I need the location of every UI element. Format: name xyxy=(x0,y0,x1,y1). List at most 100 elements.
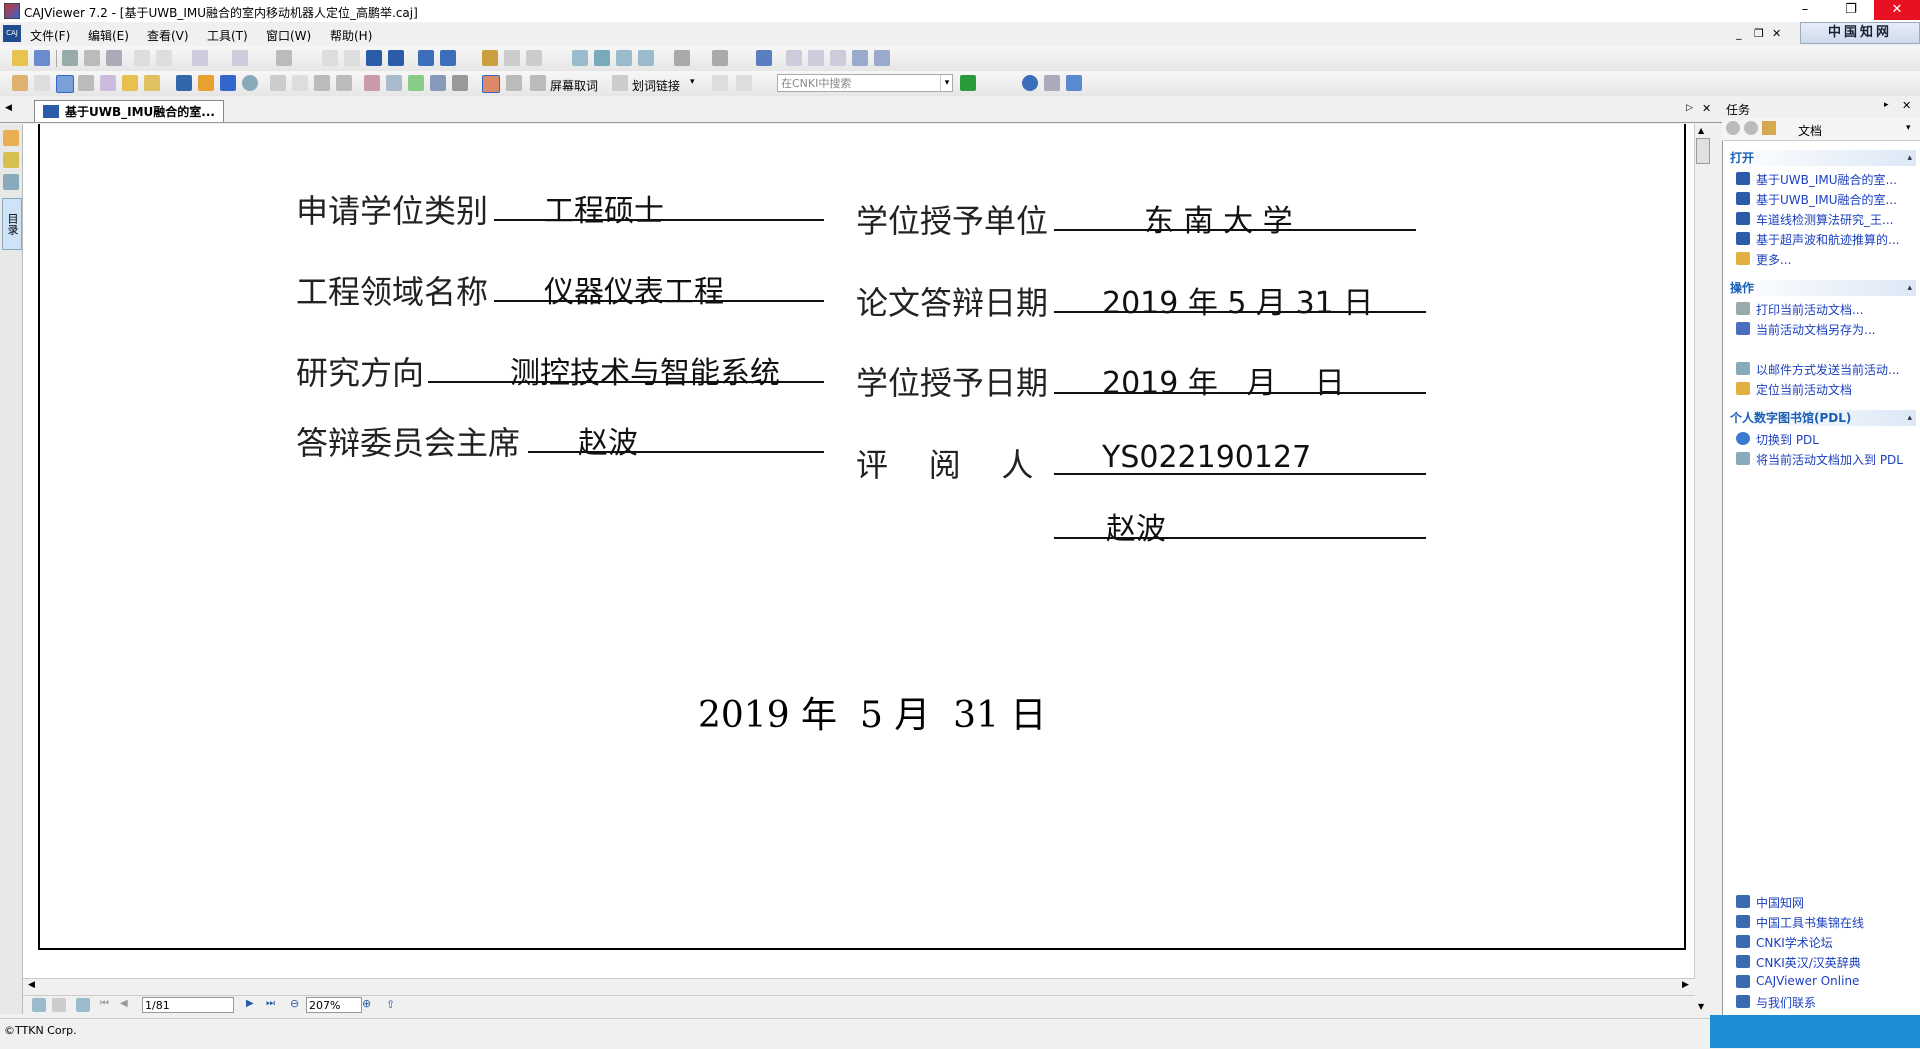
word-link-dropdown-icon[interactable]: ▾ xyxy=(690,77,695,87)
find-prev-icon[interactable] xyxy=(504,50,520,66)
page-number-input[interactable]: 1/81 xyxy=(142,997,234,1013)
menu-edit[interactable]: 编辑(E) xyxy=(88,27,129,44)
task-doc-selector[interactable]: 文档 xyxy=(1798,122,1822,139)
vertical-scrollbar[interactable] xyxy=(1694,124,1713,978)
word-link-icon[interactable] xyxy=(612,75,628,91)
translate-icon[interactable] xyxy=(482,75,500,93)
text-select-icon[interactable] xyxy=(56,75,74,93)
help-icon[interactable] xyxy=(1022,75,1038,91)
collapse-icon[interactable]: ▴ xyxy=(1907,150,1912,166)
collapse-icon[interactable]: ▴ xyxy=(1907,280,1912,296)
print-icon[interactable] xyxy=(62,50,78,66)
copy-icon[interactable] xyxy=(134,50,150,66)
facing-view-icon[interactable] xyxy=(76,998,90,1012)
app-icon[interactable] xyxy=(4,3,20,19)
save-icon[interactable] xyxy=(34,50,50,66)
highlight-text-icon[interactable] xyxy=(364,75,380,91)
bookmark-icon[interactable] xyxy=(144,75,160,91)
thumbnail-panel-icon[interactable] xyxy=(3,174,19,190)
word-link-button[interactable]: 划词链接 xyxy=(632,77,680,94)
ime-toolbar[interactable] xyxy=(1710,1015,1920,1048)
next-page-icon[interactable] xyxy=(366,50,382,66)
task-pane-menu-icon[interactable]: ▸ xyxy=(1884,100,1889,110)
pencil-icon[interactable] xyxy=(176,75,192,91)
mdi-restore-button[interactable]: ❐ xyxy=(1754,27,1764,40)
back-icon[interactable] xyxy=(418,50,434,66)
first-page-icon[interactable]: ⏮ xyxy=(100,998,109,1009)
recent-doc-link[interactable]: 基于超声波和航迹推算的... xyxy=(1736,230,1918,248)
task-back-icon[interactable] xyxy=(1726,121,1740,135)
print-document-link[interactable]: 打印当前活动文档... xyxy=(1736,300,1918,318)
facing-page-icon[interactable] xyxy=(616,50,632,66)
prev-page-icon[interactable]: ◀ xyxy=(120,998,128,1009)
whats-this-icon[interactable] xyxy=(1044,75,1060,91)
tab-scroll-right-icon[interactable]: ▷ xyxy=(1686,103,1693,113)
open-icon[interactable] xyxy=(12,50,28,66)
tab-scroll-left-icon[interactable]: ◀ xyxy=(5,103,12,113)
toc-panel-tab[interactable]: 目录 xyxy=(2,198,22,250)
document-view[interactable] xyxy=(23,124,1696,978)
zoom-in-icon[interactable] xyxy=(874,50,890,66)
vertical-scroll-thumb[interactable] xyxy=(1696,138,1710,164)
link-cajviewer-online[interactable]: CAJViewer Online xyxy=(1736,973,1918,991)
search-dropdown-icon[interactable]: ▾ xyxy=(940,75,953,91)
horizontal-scrollbar[interactable] xyxy=(23,978,1695,996)
fit-width-icon[interactable] xyxy=(830,50,846,66)
scan-icon[interactable] xyxy=(106,50,122,66)
add-to-pdl-link[interactable]: 将当前活动文档加入到 PDL xyxy=(1736,450,1918,468)
undo-icon[interactable] xyxy=(192,50,208,66)
screen-wordfetch-icon[interactable] xyxy=(530,75,546,91)
prev-page-icon[interactable] xyxy=(344,50,360,66)
tab-document[interactable]: 基于UWB_IMU融合的室... xyxy=(34,100,224,122)
send-email-link[interactable]: 以邮件方式发送当前活动... xyxy=(1736,360,1918,378)
screen-wordfetch-button[interactable]: 屏幕取词 xyxy=(550,77,598,94)
ocr-icon[interactable] xyxy=(100,75,116,91)
restore-button[interactable]: ❐ xyxy=(1828,0,1874,20)
scroll-right-icon[interactable]: ▶ xyxy=(1682,980,1689,990)
recent-doc-link[interactable]: 车道线检测算法研究_王... xyxy=(1736,210,1918,228)
scroll-left-icon[interactable]: ◀ xyxy=(28,980,35,990)
recent-doc-link[interactable]: 基于UWB_IMU融合的室... xyxy=(1736,170,1918,188)
collapse-icon[interactable]: ▴ xyxy=(1907,410,1912,426)
ellipse-icon[interactable] xyxy=(242,75,258,91)
underline-icon[interactable] xyxy=(408,75,424,91)
dictionary-icon[interactable] xyxy=(506,75,522,91)
mdi-close-button[interactable]: ✕ xyxy=(1772,27,1781,40)
page-up-icon[interactable]: ⇧ xyxy=(386,998,395,1011)
task-pane-close-icon[interactable]: ✕ xyxy=(1902,99,1911,112)
gear-icon[interactable] xyxy=(314,75,330,91)
continuous-view-icon[interactable] xyxy=(52,998,66,1012)
menu-window[interactable]: 窗口(W) xyxy=(266,27,311,44)
task-forward-icon[interactable] xyxy=(1744,121,1758,135)
print-preview-icon[interactable] xyxy=(84,50,100,66)
layout-icon[interactable] xyxy=(712,50,728,66)
prev-link-icon[interactable] xyxy=(712,75,728,91)
fullscreen-icon[interactable] xyxy=(756,50,772,66)
find-icon[interactable] xyxy=(482,50,498,66)
search-go-icon[interactable] xyxy=(960,75,976,91)
highlighter-icon[interactable] xyxy=(198,75,214,91)
next-page-icon[interactable]: ▶ xyxy=(246,998,254,1009)
last-page-icon[interactable] xyxy=(388,50,404,66)
menu-file[interactable]: 文件(F) xyxy=(30,27,70,44)
task-doc-dropdown-icon[interactable]: ▾ xyxy=(1906,123,1911,133)
hand-tool-icon[interactable] xyxy=(12,75,28,91)
rotate-icon[interactable] xyxy=(674,50,690,66)
strikethrough-icon[interactable] xyxy=(386,75,402,91)
cnki-logo-icon[interactable]: CAJ xyxy=(3,25,21,42)
eraser-icon[interactable] xyxy=(452,75,468,91)
forward-icon[interactable] xyxy=(440,50,456,66)
zoom-in-icon[interactable]: ⊕ xyxy=(362,997,371,1010)
paste-icon[interactable] xyxy=(156,50,172,66)
link-reference-books[interactable]: 中国工具书集锦在线 xyxy=(1736,913,1918,931)
link-cnki[interactable]: 中国知网 xyxy=(1736,893,1918,911)
cnki-brand-button[interactable]: 中国知网 xyxy=(1800,22,1920,44)
more-docs-link[interactable]: 更多... xyxy=(1736,250,1918,268)
stamp-icon[interactable] xyxy=(292,75,308,91)
anchor-icon[interactable] xyxy=(430,75,446,91)
mdi-minimize-button[interactable]: _ xyxy=(1736,27,1742,40)
image-select-icon[interactable] xyxy=(78,75,94,91)
zoom-out-icon[interactable] xyxy=(852,50,868,66)
properties-icon[interactable] xyxy=(276,50,292,66)
select-arrow-icon[interactable] xyxy=(34,75,50,91)
